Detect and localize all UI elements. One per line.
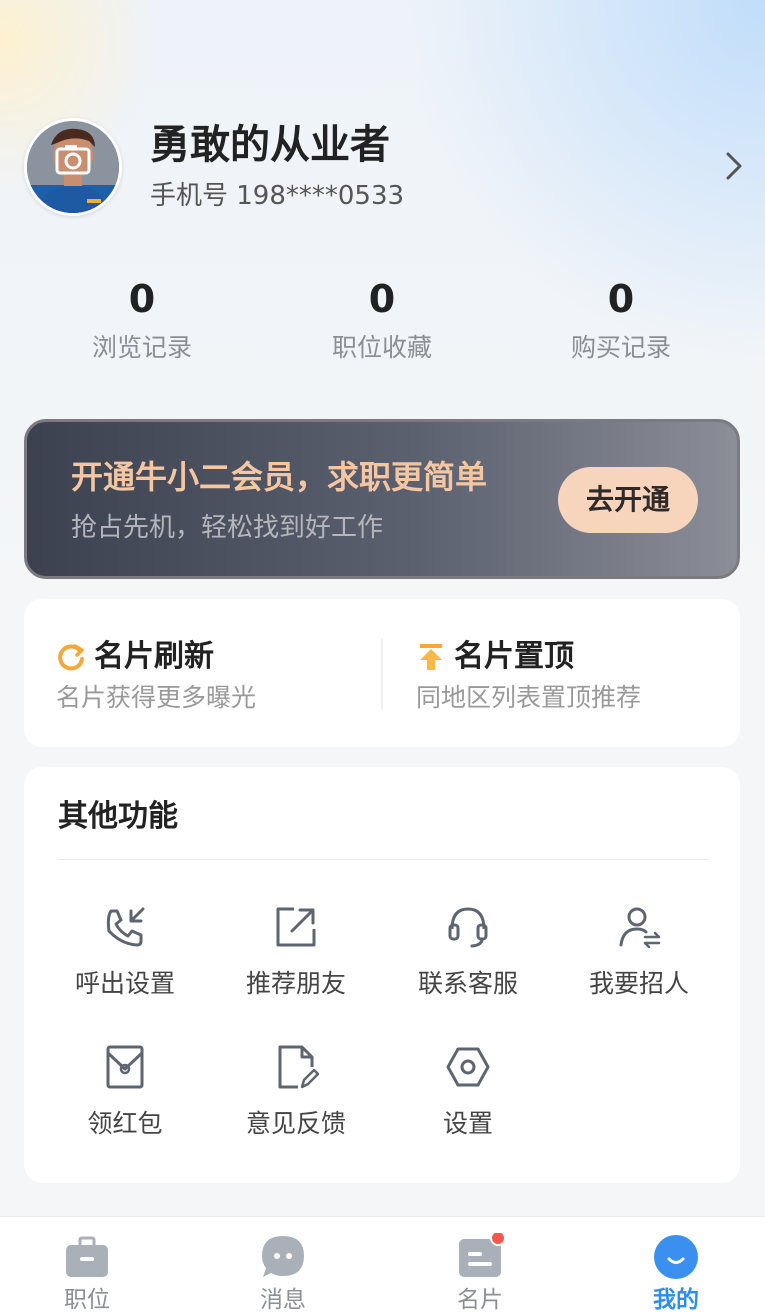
tab-label: 我的 [653,1287,699,1313]
tab-jobs[interactable]: 职位 [0,1217,183,1316]
function-label: 联系客服 [417,969,518,998]
tab-label: 名片 [457,1287,503,1313]
function-label: 意见反馈 [245,1109,346,1138]
promo-desc: 同地区列表置顶推荐 [416,683,642,712]
divider [58,859,708,860]
stat-purchase-history[interactable]: 0 购买记录 [501,276,741,368]
profile-section[interactable]: 勇敢的从业者 手机号 198****0533 [24,118,744,218]
user-phone: 手机号 198****0533 [150,181,405,211]
recruit-item[interactable]: 我要招人 [553,903,725,1013]
stat-label: 购买记录 [570,333,671,362]
user-name: 勇敢的从业者 [150,122,390,168]
avatar-image [27,121,119,213]
message-icon [262,1236,304,1277]
tab-label: 消息 [260,1287,306,1313]
bottom-tab-bar: 职位 消息 名片 我的 [0,1216,765,1316]
call-settings-item[interactable]: 呼出设置 [39,903,211,1013]
vip-banner[interactable]: 开通牛小二会员，求职更简单 抢占先机，轻松找到好工作 去开通 [24,419,740,579]
tab-card[interactable]: 名片 [384,1217,576,1316]
function-label: 推荐朋友 [245,969,346,998]
recruit-icon [619,907,661,949]
contact-service-item[interactable]: 联系客服 [382,903,554,1013]
settings-icon [446,1047,490,1087]
stats-row: 0 浏览记录 0 职位收藏 0 购买记录 [0,276,765,376]
pin-top-icon [420,644,442,670]
phone-outgoing-icon [106,907,145,947]
other-functions-card: 其他功能 呼出设置 推荐朋友 联系客服 我要招人 领红包 意见反馈 设置 [24,767,740,1183]
recommend-friends-item[interactable]: 推荐朋友 [210,903,382,1013]
red-packet-icon [106,1045,144,1089]
smile-icon [654,1235,698,1279]
card-icon [459,1233,504,1277]
promo-title: 名片刷新 [94,639,214,674]
briefcase-icon [66,1236,108,1277]
vip-title: 开通牛小二会员，求职更简单 [71,458,488,496]
stat-label: 浏览记录 [91,333,192,362]
stat-browse-history[interactable]: 0 浏览记录 [22,276,262,368]
red-packet-item[interactable]: 领红包 [39,1043,211,1153]
function-label: 呼出设置 [74,969,175,998]
stat-job-favorites[interactable]: 0 职位收藏 [262,276,502,368]
function-label: 我要招人 [588,969,689,998]
stat-value: 0 [368,277,396,321]
headset-icon [448,907,488,948]
stat-value: 0 [607,277,635,321]
tab-messages[interactable]: 消息 [187,1217,379,1316]
activate-vip-button[interactable]: 去开通 [558,467,698,533]
tab-label: 职位 [64,1287,110,1313]
stat-label: 职位收藏 [331,333,432,362]
stat-value: 0 [128,277,156,321]
function-label: 设置 [442,1109,493,1138]
promo-card: 名片刷新 名片获得更多曝光 名片置顶 同地区列表置顶推荐 [24,599,740,747]
feedback-icon [278,1045,320,1089]
tab-mine[interactable]: 我的 [580,1217,765,1316]
section-title: 其他功能 [58,799,178,834]
promo-desc: 名片获得更多曝光 [56,683,257,712]
avatar[interactable] [24,118,122,216]
refresh-icon [58,644,84,671]
settings-item[interactable]: 设置 [382,1043,554,1153]
promo-divider [381,639,383,709]
feedback-item[interactable]: 意见反馈 [210,1043,382,1153]
promo-title: 名片置顶 [454,639,574,674]
function-label: 领红包 [87,1109,163,1138]
vip-subtitle: 抢占先机，轻松找到好工作 [71,513,384,543]
chevron-right-icon[interactable] [722,148,746,184]
share-icon [276,907,316,947]
